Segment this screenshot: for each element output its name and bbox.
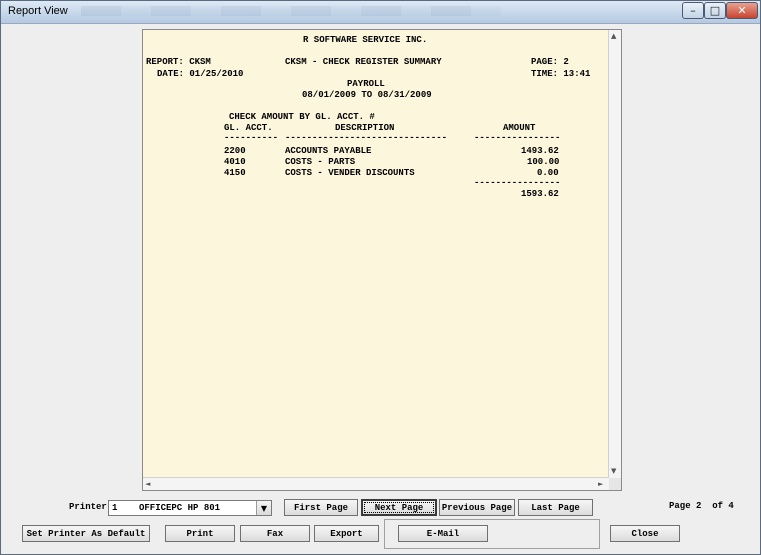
report-period: 08/01/2009 TO 08/31/2009 [302, 90, 432, 100]
next-page-button[interactable]: Next Page [361, 499, 437, 516]
printer-select-value: 1 OFFICEPC HP 801 [112, 503, 221, 513]
scroll-down-icon[interactable]: ▼ [611, 467, 616, 475]
row-amount: 100.00 [527, 157, 560, 167]
row-description: COSTS - PARTS [285, 157, 356, 167]
email-button[interactable]: E-Mail [398, 525, 488, 542]
row-amount: 1493.62 [521, 146, 559, 156]
maximize-icon[interactable]: □ [704, 2, 726, 19]
scroll-up-icon[interactable]: ▲ [611, 32, 616, 40]
row-acct: 2200 [224, 146, 246, 156]
printer-select[interactable]: 1 OFFICEPC HP 801 ▼ [108, 500, 272, 516]
print-button[interactable]: Print [165, 525, 235, 542]
fax-button[interactable]: Fax [240, 525, 310, 542]
rule-amount: ---------------- [474, 133, 561, 143]
report-page: R SOFTWARE SERVICE INC. REPORT: CKSM CKS… [143, 30, 609, 478]
report-section: PAYROLL [347, 79, 385, 89]
window-title: Report View [8, 5, 68, 17]
report-title: CKSM - CHECK REGISTER SUMMARY [285, 57, 442, 67]
last-page-button[interactable]: Last Page [518, 499, 593, 516]
row-acct: 4150 [224, 168, 246, 178]
report-id: REPORT: CKSM [146, 57, 211, 67]
report-view-window: Report View – □ ✕ R SOFTWARE SERVICE INC… [0, 0, 761, 555]
first-page-button[interactable]: First Page [284, 499, 358, 516]
rule-description: ------------------------------ [285, 133, 448, 143]
scroll-right-icon[interactable]: ► [598, 480, 603, 488]
report-page-number: PAGE: 2 [531, 57, 569, 67]
report-company: R SOFTWARE SERVICE INC. [303, 35, 428, 45]
report-date: DATE: 01/25/2010 [157, 69, 244, 79]
printer-label: Printer [69, 502, 107, 512]
rule-acct: ---------- [224, 133, 279, 143]
set-printer-default-button[interactable]: Set Printer As Default [22, 525, 150, 542]
report-total: 1593.62 [521, 189, 559, 199]
export-button[interactable]: Export [314, 525, 379, 542]
previous-page-button[interactable]: Previous Page [439, 499, 515, 516]
report-subtitle: CHECK AMOUNT BY GL. ACCT. # [229, 112, 375, 122]
horizontal-scrollbar[interactable]: ◄ ► [143, 477, 609, 490]
page-status: Page 2 of 4 [669, 501, 734, 511]
close-button[interactable]: Close [610, 525, 680, 542]
title-bar-background [81, 6, 501, 16]
close-icon[interactable]: ✕ [726, 2, 758, 19]
chevron-down-icon[interactable]: ▼ [256, 501, 271, 515]
title-bar[interactable]: Report View – □ ✕ [1, 1, 760, 24]
report-preview: R SOFTWARE SERVICE INC. REPORT: CKSM CKS… [142, 29, 622, 491]
total-rule: ---------------- [474, 178, 561, 188]
scrollbar-corner [609, 478, 621, 490]
row-acct: 4010 [224, 157, 246, 167]
vertical-scrollbar[interactable]: ▲ ▼ [608, 30, 621, 478]
row-description: COSTS - VENDER DISCOUNTS [285, 168, 415, 178]
minimize-icon[interactable]: – [682, 2, 704, 19]
report-time: TIME: 13:41 [531, 69, 591, 79]
scroll-left-icon[interactable]: ◄ [145, 480, 150, 488]
row-description: ACCOUNTS PAYABLE [285, 146, 372, 156]
